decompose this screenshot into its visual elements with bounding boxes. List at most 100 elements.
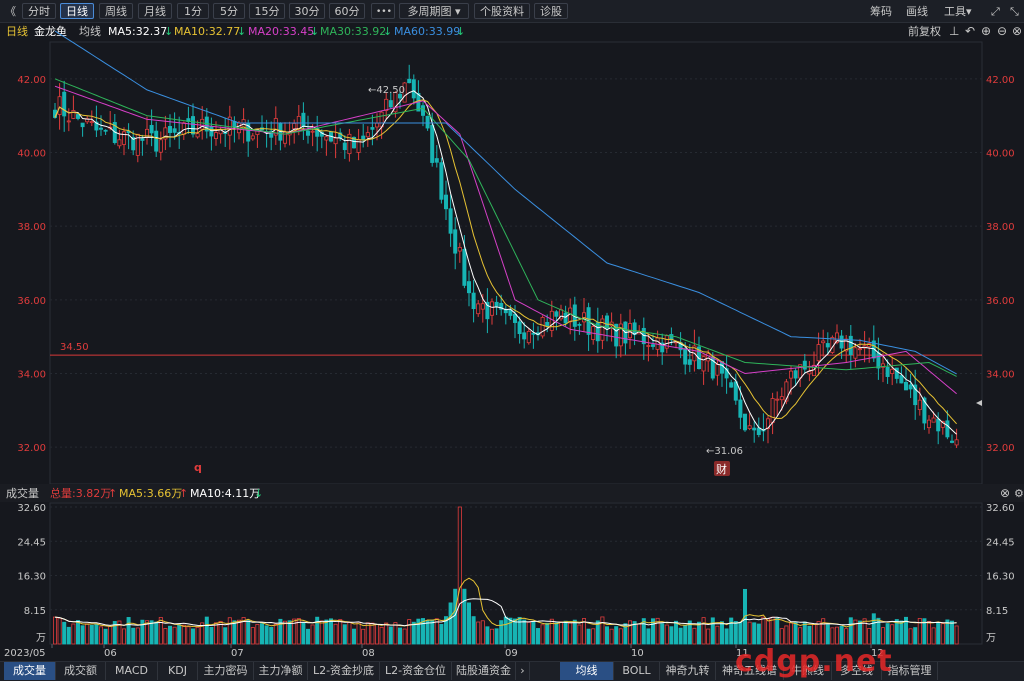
volume-bar xyxy=(342,624,347,645)
candle xyxy=(195,120,200,139)
overlay-tab-0[interactable]: 均线 xyxy=(560,662,614,680)
candle xyxy=(209,117,214,151)
volume-bar xyxy=(209,626,214,645)
event-marker-q[interactable]: q xyxy=(194,461,202,474)
candle-body xyxy=(209,126,214,137)
volume-settings-icon[interactable]: ⚙ xyxy=(1014,487,1024,500)
candle xyxy=(747,413,752,431)
volume-bar xyxy=(158,617,163,645)
candle-body xyxy=(577,323,582,326)
volume-bar xyxy=(223,627,228,645)
ma30-arrow-icon: ↓ xyxy=(383,25,392,38)
candle-body xyxy=(374,122,379,128)
candle-body xyxy=(770,398,775,423)
candle-body xyxy=(407,78,412,84)
undo-icon[interactable]: ↶ xyxy=(965,24,975,38)
volume-bar xyxy=(867,628,872,645)
chart-canvas[interactable]: 日线 金龙鱼 均线 MA5:32.37 ↓ MA10:32.77 ↓ MA20:… xyxy=(0,0,1024,680)
indicator-tab-2[interactable]: MACD xyxy=(106,662,158,680)
volume-bar xyxy=(513,618,518,645)
volume-bar xyxy=(388,626,393,645)
candle-body xyxy=(420,105,425,116)
candle xyxy=(471,279,476,323)
volume-bar xyxy=(154,621,159,645)
price-tick-right: 32.00 xyxy=(986,443,1015,454)
volume-bar xyxy=(305,628,310,645)
candle xyxy=(273,106,278,145)
candle-body xyxy=(122,131,127,145)
candle xyxy=(572,296,577,341)
ma30-line xyxy=(54,78,957,377)
candle-body xyxy=(195,133,200,138)
month-label: 09 xyxy=(505,648,518,659)
candle xyxy=(540,315,545,339)
volume-bar xyxy=(862,618,867,645)
adjust-mode-button[interactable]: 前复权 xyxy=(908,24,941,38)
candle xyxy=(122,127,127,156)
volume-close-icon[interactable]: ⊗ xyxy=(1000,486,1010,500)
indicator-tab-3[interactable]: KDJ xyxy=(158,662,198,680)
candle-body xyxy=(117,139,122,147)
ma10-value: MA10:32.77 xyxy=(174,25,240,38)
candle xyxy=(775,391,780,416)
indicator-tab-0[interactable]: 成交量 xyxy=(4,662,56,680)
zoom-out-icon[interactable]: ⊖ xyxy=(997,24,1007,38)
volume-tick-left: 8.15 xyxy=(24,606,46,617)
indicator-tab-7[interactable]: L2-资金仓位 xyxy=(380,662,452,680)
overlay-tab-1[interactable]: BOLL xyxy=(614,662,660,680)
candle xyxy=(361,123,366,148)
lock-icon[interactable]: ⊥ xyxy=(949,24,959,38)
candlestick-series xyxy=(53,64,959,449)
indicator-tab-8[interactable]: 陆股通资金 xyxy=(452,662,516,680)
volume-bar xyxy=(181,624,186,645)
volume-bar xyxy=(76,620,81,645)
price-tick-right: 34.00 xyxy=(986,370,1015,381)
candle-body xyxy=(890,368,895,374)
volume-bar xyxy=(517,616,522,645)
tabs-scroll-right-icon[interactable]: › xyxy=(516,662,530,680)
indicator-tab-4[interactable]: 主力密码 xyxy=(198,662,254,680)
indicator-tab-1[interactable]: 成交额 xyxy=(56,662,106,680)
zoom-in-icon[interactable]: ⊕ xyxy=(981,24,991,38)
volume-ma5: MA5:3.66万 xyxy=(119,487,182,500)
volume-bar xyxy=(439,624,444,645)
candle-body xyxy=(296,116,301,129)
volume-bar xyxy=(761,616,766,645)
candle xyxy=(269,121,274,151)
volume-bar xyxy=(609,628,614,645)
volume-bar xyxy=(135,627,140,645)
low-price-label: 31.06 xyxy=(714,446,743,457)
candle xyxy=(370,114,375,146)
volume-tick-left: 万 xyxy=(36,633,46,644)
price-axis-left: 42.00 40.00 38.00 36.00 34.00 32.00 xyxy=(17,75,46,454)
candle-body xyxy=(908,384,913,390)
candle xyxy=(618,313,623,358)
candle-body xyxy=(434,158,439,163)
volume-bar xyxy=(802,621,807,645)
month-label: 07 xyxy=(231,648,244,659)
volume-bar xyxy=(605,626,610,645)
volume-bar xyxy=(259,623,264,645)
indicator-tab-5[interactable]: 主力净额 xyxy=(254,662,308,680)
price-tick-left: 36.00 xyxy=(17,296,46,307)
volume-bar xyxy=(476,621,481,645)
volume-bar xyxy=(559,621,564,645)
candle xyxy=(117,129,122,149)
candle xyxy=(154,121,159,157)
volume-bar xyxy=(789,622,794,645)
indicator-tab-6[interactable]: L2-资金抄底 xyxy=(308,662,380,680)
close-icon[interactable]: ⊗ xyxy=(1012,24,1022,38)
volume-bar xyxy=(282,620,287,645)
candle-body xyxy=(632,322,637,336)
candle xyxy=(411,74,416,105)
candle-body xyxy=(821,340,826,344)
candle xyxy=(678,332,683,359)
candle-body xyxy=(443,194,448,210)
overlay-tab-2[interactable]: 神奇九转 xyxy=(660,662,716,680)
candle-body xyxy=(522,332,527,340)
volume-bar xyxy=(264,625,269,645)
volume-title: 成交量 xyxy=(6,486,39,500)
candle-body xyxy=(683,348,688,365)
candle xyxy=(71,95,76,120)
finance-marker[interactable]: 财 xyxy=(716,462,727,476)
